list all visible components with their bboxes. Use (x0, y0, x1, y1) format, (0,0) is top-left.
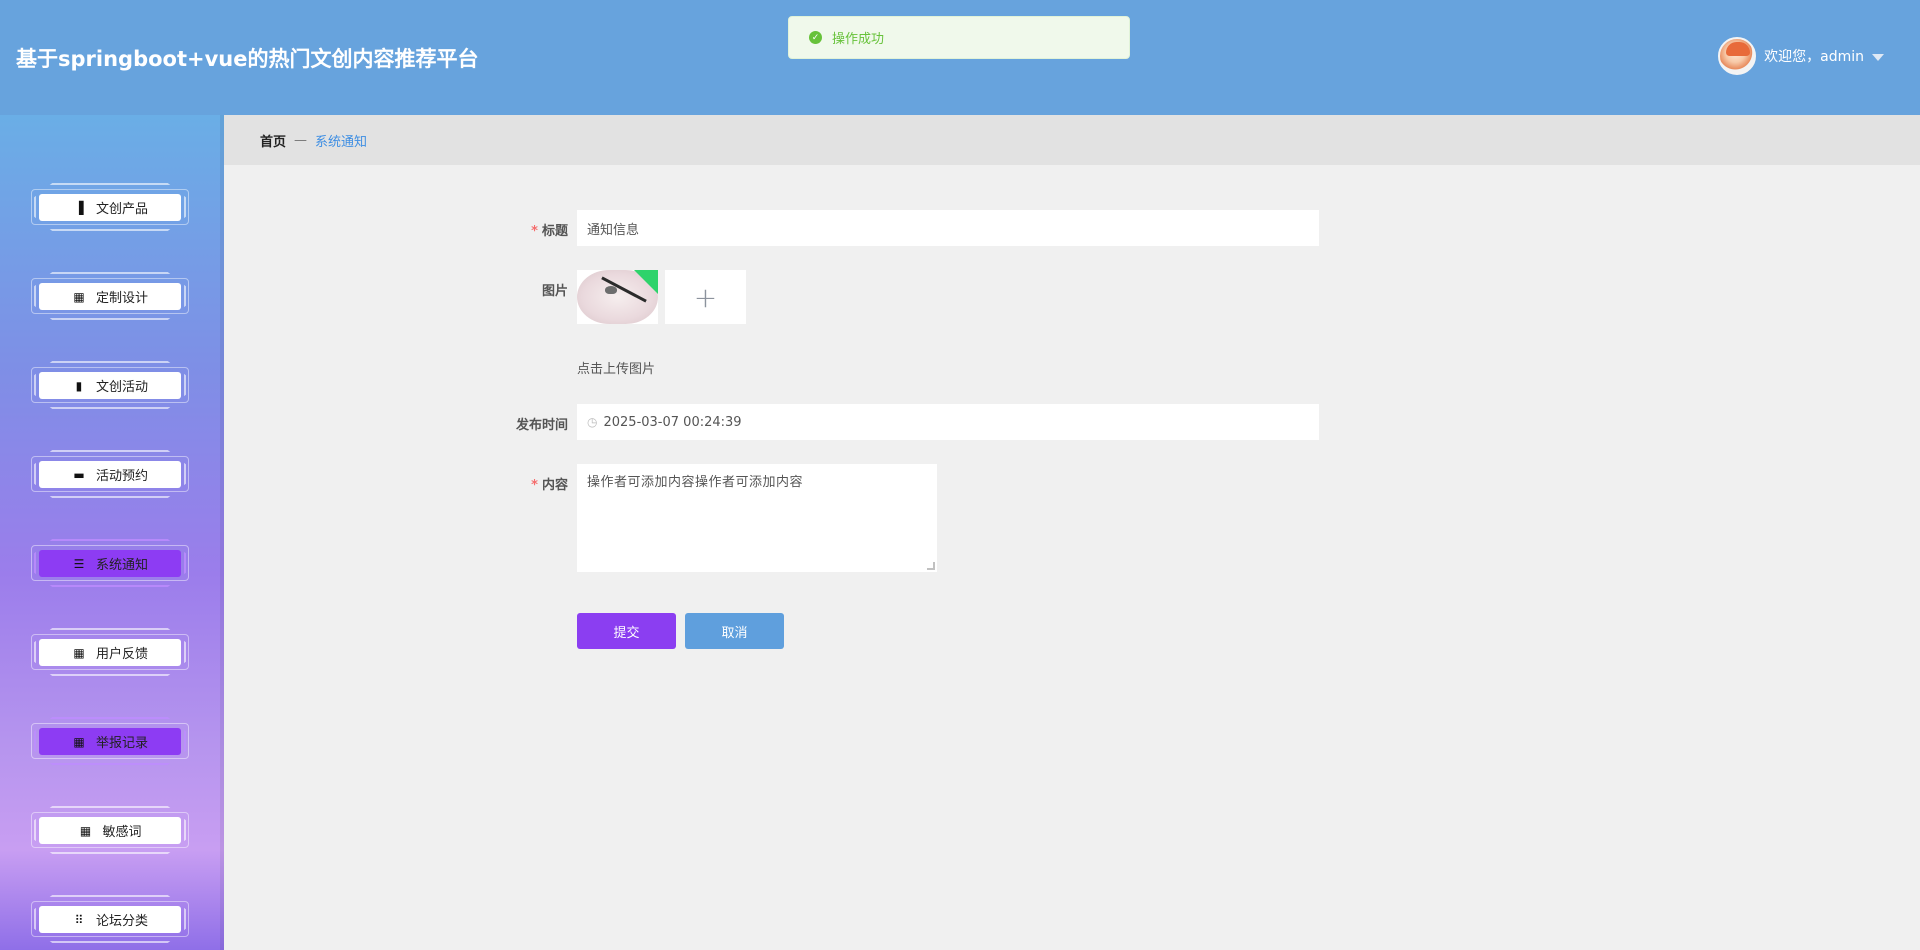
resize-handle-icon[interactable] (927, 562, 935, 570)
grid-icon: ▦ (73, 289, 85, 304)
image-label: 图片 (458, 280, 568, 299)
chevron-down-icon[interactable] (1872, 53, 1884, 61)
required-mark: * (531, 478, 538, 493)
grid-icon: ▦ (73, 734, 85, 749)
title-input[interactable]: 通知信息 (577, 210, 1319, 246)
content-textarea[interactable]: 操作者可添加内容操作者可添加内容 (577, 464, 937, 572)
welcome-text[interactable]: 欢迎您，admin (1764, 46, 1864, 66)
menu-label: 定制设计 (95, 291, 148, 306)
required-mark: * (531, 224, 538, 239)
publish-time-label-text: 发布时间 (515, 418, 568, 433)
menu-button[interactable]: ▦ 定制设计 (39, 283, 181, 310)
content-label-text: 内容 (541, 478, 568, 493)
user-menu[interactable]: 欢迎您，admin (1718, 37, 1884, 75)
menu-label: 文创活动 (95, 380, 148, 395)
cancel-button[interactable]: 取消 (685, 613, 784, 649)
success-toast: ✓ 操作成功 (788, 16, 1130, 59)
uploaded-image[interactable] (577, 270, 658, 324)
menu-label: 敏感词 (102, 825, 142, 840)
sidebar-item-custom-design[interactable]: ▦ 定制设计 (31, 272, 189, 320)
publish-time-picker[interactable]: ◷ 2025-03-07 00:24:39 (577, 404, 1319, 440)
sidebar-item-reports[interactable]: ▦ 举报记录 (31, 717, 189, 765)
content-value: 操作者可添加内容操作者可添加内容 (587, 475, 804, 490)
chat-icon: ▬ (73, 467, 85, 482)
sidebar-item-feedback[interactable]: ▦ 用户反馈 (31, 628, 189, 676)
content-label: * 内容 (458, 474, 568, 493)
upload-success-badge (634, 270, 658, 294)
title-label-text: 标题 (541, 224, 568, 239)
clipboard-icon: ▐ (74, 200, 84, 215)
plus-icon: + (693, 280, 718, 314)
sidebar-item-notifications[interactable]: ☰ 系统通知 (31, 539, 189, 587)
menu-label: 活动预约 (95, 469, 148, 484)
list-icon: ☰ (73, 556, 85, 571)
bird-shape (605, 286, 617, 294)
toast-message: 操作成功 (832, 32, 885, 47)
publish-time-value: 2025-03-07 00:24:39 (603, 414, 742, 430)
menu-label: 举报记录 (95, 736, 148, 751)
breadcrumb: 首页 — 系统通知 (224, 115, 1920, 165)
title-input-value: 通知信息 (587, 222, 640, 238)
breadcrumb-separator: — (294, 132, 308, 148)
apps-icon: ⠿ (74, 912, 84, 927)
grid-icon: ▦ (73, 645, 85, 660)
menu-button[interactable]: ▦ 用户反馈 (39, 639, 181, 666)
submit-button[interactable]: 提交 (577, 613, 676, 649)
sidebar-item-forum-categories[interactable]: ⠿ 论坛分类 (31, 895, 189, 943)
app-title: 基于springboot+vue的热门文创内容推荐平台 (16, 47, 479, 71)
sidebar: ▐ 文创产品 ▦ 定制设计 ▮ 文创活动 ▬ 活动预约 ☰ 系统通知 ▦ 用户反馈 ▦ 举报记… (0, 115, 224, 950)
menu-label: 文创产品 (95, 202, 148, 217)
sidebar-item-activities[interactable]: ▮ 文创活动 (31, 361, 189, 409)
menu-button[interactable]: ▬ 活动预约 (39, 461, 181, 488)
menu-button[interactable]: ▮ 文创活动 (39, 372, 181, 399)
menu-label: 用户反馈 (95, 647, 148, 662)
menu-button[interactable]: ⠿ 论坛分类 (39, 906, 181, 933)
menu-button[interactable]: ▦ 举报记录 (39, 728, 181, 755)
sidebar-item-sensitive-words[interactable]: ▦ 敏感词 (31, 806, 189, 854)
upload-add-button[interactable]: + (665, 270, 746, 324)
clock-icon: ◷ (587, 415, 598, 429)
breadcrumb-current: 系统通知 (315, 134, 368, 150)
menu-button[interactable]: ▐ 文创产品 (39, 194, 181, 221)
sidebar-item-products[interactable]: ▐ 文创产品 (31, 183, 189, 231)
breadcrumb-home[interactable]: 首页 (260, 131, 286, 150)
avatar[interactable] (1718, 37, 1757, 75)
menu-button[interactable]: ☰ 系统通知 (39, 550, 181, 577)
title-label: * 标题 (458, 220, 568, 239)
sidebar-item-reservations[interactable]: ▬ 活动预约 (31, 450, 189, 498)
menu-label: 系统通知 (95, 558, 148, 573)
upload-hint: 点击上传图片 (577, 362, 656, 377)
menu-button[interactable]: ▦ 敏感词 (39, 817, 181, 844)
check-circle-icon: ✓ (809, 31, 822, 44)
publish-time-label: 发布时间 (458, 414, 568, 433)
bar-chart-icon: ▮ (75, 378, 83, 393)
image-label-text: 图片 (541, 284, 568, 299)
grid-icon: ▦ (79, 823, 92, 838)
menu-label: 论坛分类 (95, 914, 148, 929)
